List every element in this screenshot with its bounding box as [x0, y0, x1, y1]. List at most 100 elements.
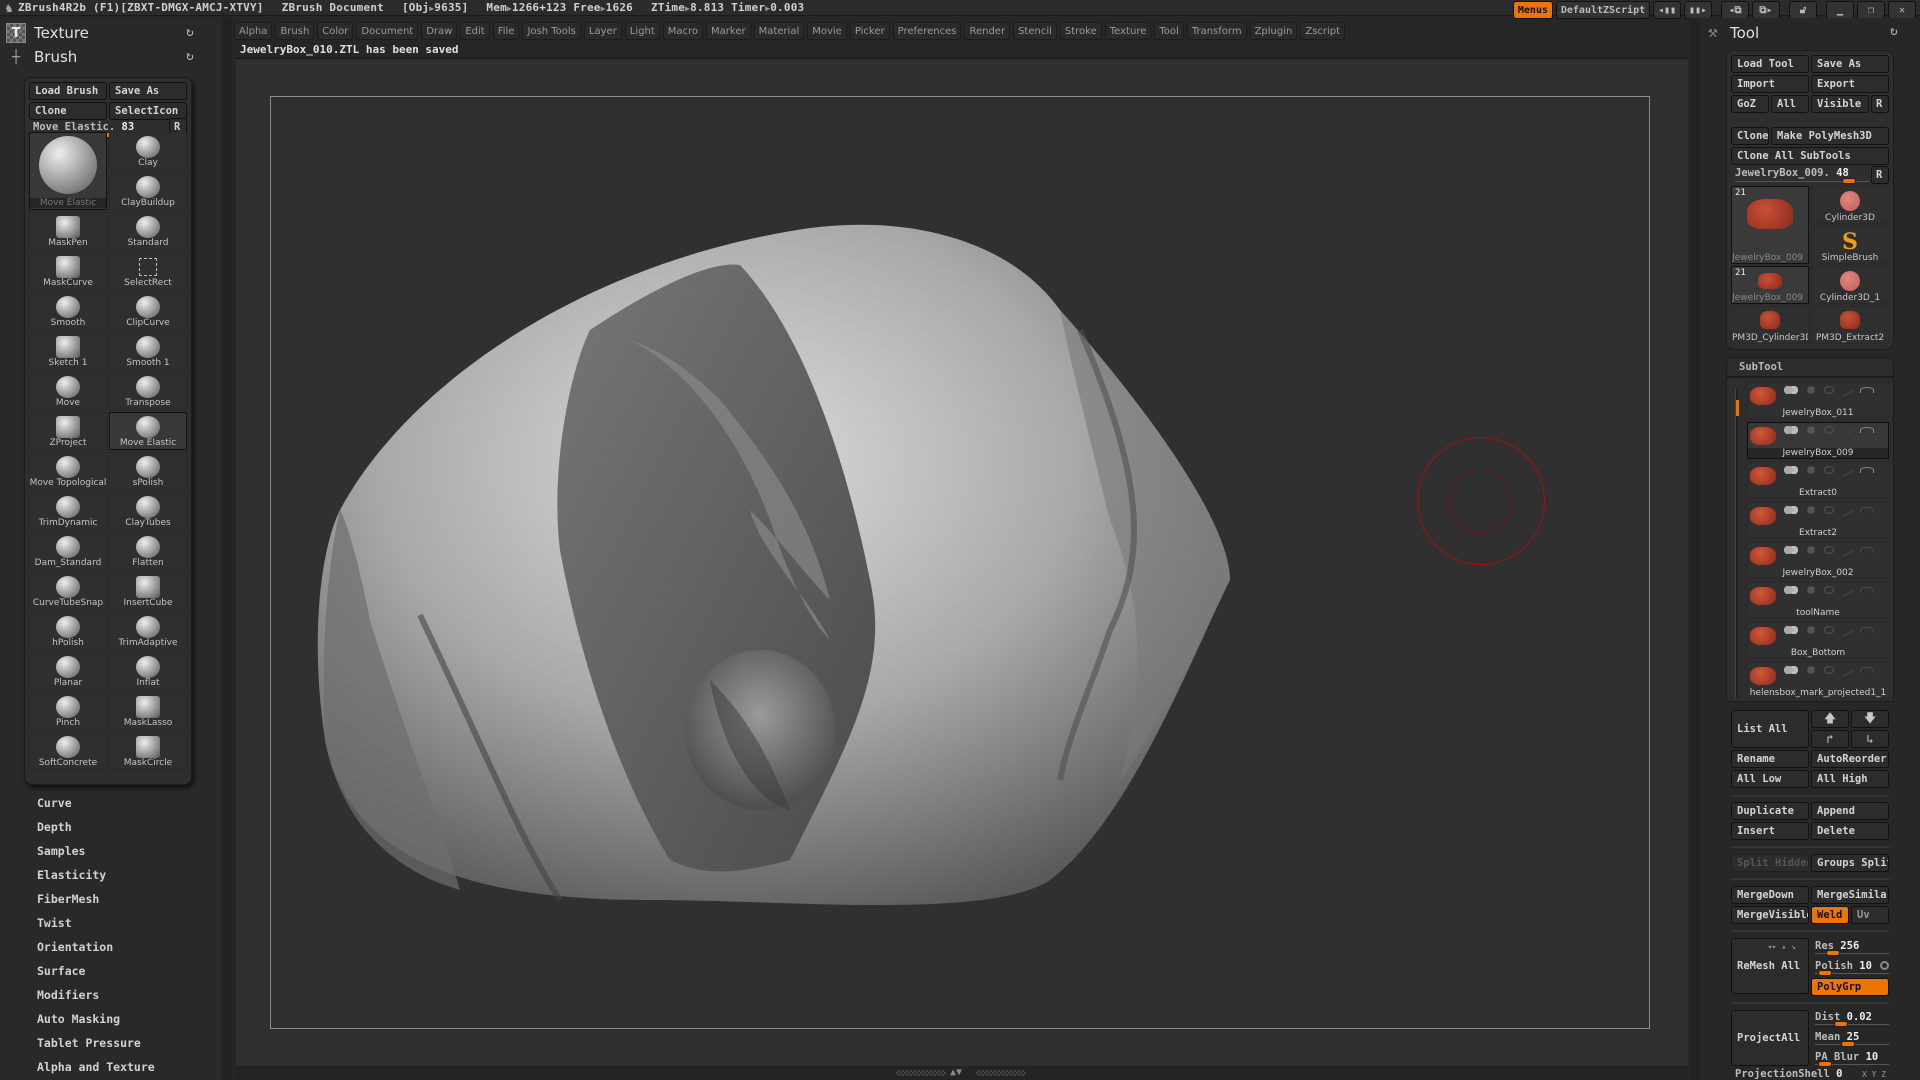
menu-layer[interactable]: Layer [583, 22, 622, 40]
menu-picker[interactable]: Picker [849, 22, 890, 40]
double-sided-toggle-icon[interactable] [1824, 466, 1834, 474]
merge-similar-button[interactable]: MergeSimilar [1811, 886, 1889, 904]
menu-zscript[interactable]: Zscript [1300, 22, 1346, 40]
tool-refresh-icon[interactable]: ↻ [1890, 24, 1898, 39]
brush-trimdynamic[interactable]: TrimDynamic [29, 492, 107, 530]
merge-visible-button[interactable]: MergeVisible [1731, 906, 1809, 924]
material-toggle-icon[interactable] [1804, 626, 1818, 634]
menu-tool[interactable]: Tool [1154, 22, 1184, 40]
polypaint-toggle-icon[interactable] [1784, 626, 1798, 634]
menu-edit[interactable]: Edit [460, 22, 490, 40]
brush-submenu-twist[interactable]: Twist [37, 916, 72, 930]
menu-stencil[interactable]: Stencil [1013, 22, 1057, 40]
brush-submenu-modifiers[interactable]: Modifiers [37, 988, 99, 1002]
insert-button[interactable]: Insert [1731, 822, 1809, 840]
tool-pm3d-extract2[interactable]: PM3D_Extract2 [1811, 306, 1889, 344]
visibility-eye-icon[interactable] [1860, 507, 1874, 513]
subtool-scroll-thumb[interactable] [1736, 400, 1739, 416]
tool-title[interactable]: Tool [1730, 24, 1759, 42]
visibility-eye-icon[interactable] [1860, 547, 1874, 553]
polypaint-toggle-icon[interactable] [1784, 426, 1798, 434]
current-tool-knob[interactable] [1841, 178, 1856, 184]
move-up-icon[interactable]: 🡅 [1811, 710, 1849, 728]
move-bottom-icon[interactable]: ↳ [1851, 730, 1889, 748]
subtool-header[interactable]: SubTool [1726, 357, 1894, 377]
import-button[interactable]: Import [1731, 75, 1809, 93]
weld-toggle[interactable]: Weld [1811, 906, 1849, 924]
paint-brush-toggle-icon[interactable] [1838, 383, 1856, 397]
brush-smooth-1[interactable]: Smooth 1 [109, 332, 187, 370]
material-toggle-icon[interactable] [1804, 586, 1818, 594]
polish-circle-toggle[interactable] [1880, 961, 1889, 970]
minimize-icon[interactable]: ▁ [1826, 1, 1854, 19]
tool-jewelrybox-009[interactable]: 21 JewelryBox_009 [1731, 186, 1809, 264]
brush-move-topological[interactable]: Move Topological [29, 452, 107, 490]
subtool-scrollbar[interactable] [1735, 388, 1739, 698]
all-high-button[interactable]: All High [1811, 770, 1889, 788]
brush-refresh-icon[interactable]: ↻ [186, 49, 194, 64]
menu-movie[interactable]: Movie [807, 22, 847, 40]
close-icon[interactable]: ✕ [1888, 1, 1916, 19]
brush-planar[interactable]: Planar [29, 652, 107, 690]
double-sided-toggle-icon[interactable] [1824, 546, 1834, 554]
subtool-item[interactable]: Extract2 [1747, 502, 1889, 539]
brush-flatten[interactable]: Flatten [109, 532, 187, 570]
left-divider[interactable] [222, 18, 232, 1080]
tool-pm3d-cylinder3d[interactable]: PM3D_Cylinder3D [1731, 306, 1809, 344]
brush-curvetubesnap[interactable]: CurveTubeSnap [29, 572, 107, 610]
append-button[interactable]: Append [1811, 802, 1889, 820]
paint-brush-toggle-icon[interactable] [1838, 663, 1856, 677]
brush-submenu-auto-masking[interactable]: Auto Masking [37, 1012, 120, 1026]
lock-icon[interactable]: 🔓︎ [1789, 1, 1817, 19]
brush-move[interactable]: Move [29, 372, 107, 410]
material-toggle-icon[interactable] [1804, 506, 1818, 514]
brush-transpose[interactable]: Transpose [109, 372, 187, 410]
goz-button[interactable]: GoZ [1731, 95, 1769, 113]
brush-hpolish[interactable]: hPolish [29, 612, 107, 650]
goz-r-button[interactable]: R [1871, 95, 1889, 113]
material-toggle-icon[interactable] [1804, 666, 1818, 674]
load-tool-button[interactable]: Load Tool [1731, 55, 1809, 73]
mean-knob[interactable] [1841, 1041, 1855, 1047]
paint-brush-toggle-icon[interactable] [1838, 423, 1856, 437]
paint-brush-toggle-icon[interactable] [1838, 623, 1856, 637]
brush-save-as-button[interactable]: Save As [109, 82, 187, 100]
scroll-left-icon[interactable]: ◂▮▮ [1653, 1, 1681, 19]
brush-maskcircle[interactable]: MaskCircle [109, 732, 187, 770]
scroll-right-icon[interactable]: ▮▮▸ [1684, 1, 1712, 19]
double-sided-toggle-icon[interactable] [1824, 386, 1834, 394]
brush-dam-standard[interactable]: Dam_Standard [29, 532, 107, 570]
export-button[interactable]: Export [1811, 75, 1889, 93]
double-sided-toggle-icon[interactable] [1824, 586, 1834, 594]
subtool-item[interactable]: Extract0 [1747, 462, 1889, 499]
tool-clone-button[interactable]: Clone [1731, 127, 1769, 145]
brush-submenu-orientation[interactable]: Orientation [37, 940, 113, 954]
paint-brush-toggle-icon[interactable] [1838, 463, 1856, 477]
material-toggle-icon[interactable] [1804, 546, 1818, 554]
visibility-eye-icon[interactable] [1860, 387, 1874, 393]
brush-claybuildup[interactable]: ClayBuildup [109, 172, 187, 210]
brush-current[interactable]: Move Elastic [29, 132, 107, 210]
remesh-axis-icons[interactable]: ◂▸ ▴ ↘ [1767, 942, 1796, 951]
material-toggle-icon[interactable] [1804, 426, 1818, 434]
brush-inflat[interactable]: Inflat [109, 652, 187, 690]
brush-submenu-samples[interactable]: Samples [37, 844, 85, 858]
auto-reorder-button[interactable]: AutoReorder [1811, 750, 1889, 768]
brush-pinch[interactable]: Pinch [29, 692, 107, 730]
brush-maskcurve[interactable]: MaskCurve [29, 252, 107, 290]
rename-button[interactable]: Rename [1731, 750, 1809, 768]
move-down-icon[interactable]: 🡇 [1851, 710, 1889, 728]
menu-alpha[interactable]: Alpha [234, 22, 273, 40]
polypaint-toggle-icon[interactable] [1784, 386, 1798, 394]
paint-brush-toggle-icon[interactable] [1838, 543, 1856, 557]
menu-file[interactable]: File [492, 22, 520, 40]
duplicate-button[interactable]: Duplicate [1731, 802, 1809, 820]
material-toggle-icon[interactable] [1804, 466, 1818, 474]
brush-submenu-alpha-and-texture[interactable]: Alpha and Texture [37, 1060, 155, 1074]
visibility-eye-icon[interactable] [1860, 667, 1874, 673]
material-toggle-icon[interactable] [1804, 386, 1818, 394]
polypaint-toggle-icon[interactable] [1784, 586, 1798, 594]
brush-submenu-tablet-pressure[interactable]: Tablet Pressure [37, 1036, 141, 1050]
paint-brush-toggle-icon[interactable] [1838, 583, 1856, 597]
restore-icon[interactable]: ❐ [1857, 1, 1885, 19]
